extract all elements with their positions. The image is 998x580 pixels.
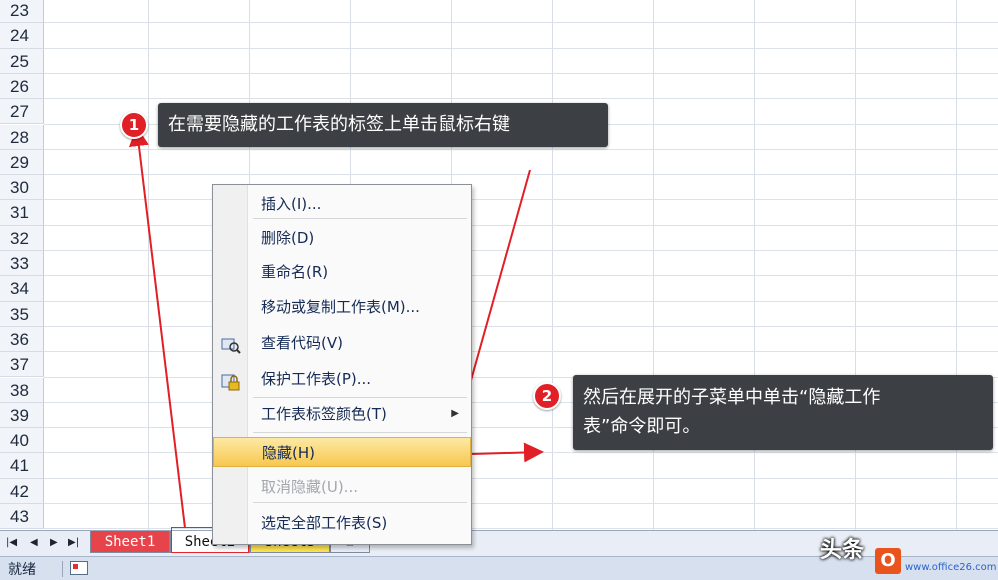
callout-step-2: 然后在展开的子菜单中单击“隐藏工作 表”命令即可。 xyxy=(573,375,993,450)
menu-item-8: 取消隐藏(U)... xyxy=(213,472,471,502)
menu-item-7[interactable]: 隐藏(H) xyxy=(213,437,471,467)
menu-item-1[interactable]: 删除(D) xyxy=(213,223,471,253)
menu-item-label: 保护工作表(P)... xyxy=(261,370,372,388)
submenu-arrow-icon: ▶ xyxy=(451,408,459,419)
arrow-to-callout1 xyxy=(128,126,186,529)
menu-item-label: 插入(I)... xyxy=(261,195,322,213)
callout-step-2-line2: 表”命令即可。 xyxy=(583,416,701,437)
annotation-arrows xyxy=(128,126,544,529)
office26-logo: O www.office26.com xyxy=(875,544,997,578)
menu-item-0[interactable]: 插入(I)... xyxy=(213,189,471,219)
menu-item-4[interactable]: 查看代码(V) xyxy=(213,328,471,358)
menu-item-3[interactable]: 移动或复制工作表(M)... xyxy=(213,292,471,322)
menu-item-label: 工作表标签颜色(T) xyxy=(261,405,387,423)
sheet-context-menu: 插入(I)... 删除(D) 重命名(R) 移动或复制工作表(M)... 查看代码(V)… xyxy=(212,184,472,545)
view-code-icon xyxy=(221,335,241,354)
menu-item-2[interactable]: 重命名(R) xyxy=(213,257,471,287)
callout-step-1: 在需要隐藏的工作表的标签上单击鼠标右键 xyxy=(158,103,608,147)
step-2-badge: 2 xyxy=(533,382,561,410)
arrow-to-callout2 xyxy=(471,442,544,463)
lock-icon xyxy=(221,371,240,391)
menu-item-label: 移动或复制工作表(M)... xyxy=(261,298,420,316)
menu-item-6[interactable]: 工作表标签颜色(T) ▶ xyxy=(213,399,471,429)
office-logo-icon: O xyxy=(875,548,901,574)
watermark-text: 头条 xyxy=(820,538,865,563)
menu-item-label: 隐藏(H) xyxy=(262,444,315,462)
callout-step-1-text: 在需要隐藏的工作表的标签上单击鼠标右键 xyxy=(168,114,510,135)
site-url: www.office26.com xyxy=(905,562,997,573)
menu-item-9[interactable]: 选定全部工作表(S) xyxy=(213,508,471,538)
menu-item-label: 删除(D) xyxy=(261,229,315,247)
menu-item-label: 重命名(R) xyxy=(261,263,329,281)
menu-item-label: 取消隐藏(U)... xyxy=(261,478,358,496)
step-1-badge: 1 xyxy=(120,111,148,139)
menu-item-label: 查看代码(V) xyxy=(261,334,343,352)
callout-step-2-line1: 然后在展开的子菜单中单击“隐藏工作 xyxy=(583,387,881,408)
menu-item-label: 选定全部工作表(S) xyxy=(261,514,388,532)
menu-item-5[interactable]: 保护工作表(P)... xyxy=(213,364,471,394)
